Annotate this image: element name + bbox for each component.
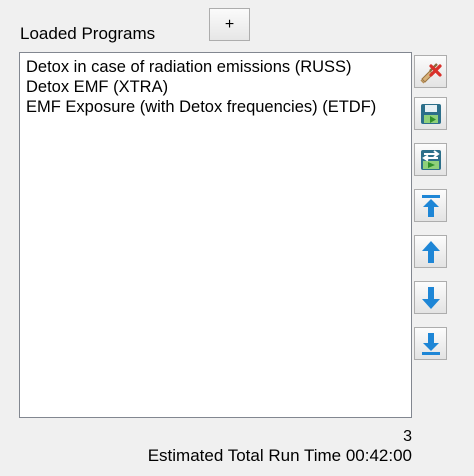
save-button[interactable] xyxy=(414,97,447,130)
broom-red-x-icon xyxy=(418,59,444,85)
estimated-run-time: Estimated Total Run Time 00:42:00 xyxy=(147,446,412,465)
list-item[interactable]: Detox EMF (XTRA) xyxy=(26,77,405,97)
floppy-disk-arrows-icon xyxy=(418,147,444,173)
arrow-top-icon xyxy=(419,193,443,219)
arrow-up-icon xyxy=(419,239,443,265)
move-to-bottom-button[interactable] xyxy=(414,327,447,360)
move-down-button[interactable] xyxy=(414,281,447,314)
panel-title: Loaded Programs xyxy=(20,24,156,43)
program-count: 3 xyxy=(403,428,412,445)
move-up-button[interactable] xyxy=(414,235,447,268)
program-list[interactable]: Detox in case of radiation emissions (RU… xyxy=(19,52,412,418)
arrow-bottom-icon xyxy=(419,331,443,357)
save-as-button[interactable] xyxy=(414,143,447,176)
add-program-button[interactable]: + xyxy=(209,8,250,41)
arrow-down-icon xyxy=(419,285,443,311)
list-item[interactable]: Detox in case of radiation emissions (RU… xyxy=(26,57,405,77)
floppy-disk-icon xyxy=(418,101,444,127)
clear-all-button[interactable] xyxy=(414,55,447,88)
move-to-top-button[interactable] xyxy=(414,189,447,222)
list-item[interactable]: EMF Exposure (with Detox frequencies) (E… xyxy=(26,97,405,117)
